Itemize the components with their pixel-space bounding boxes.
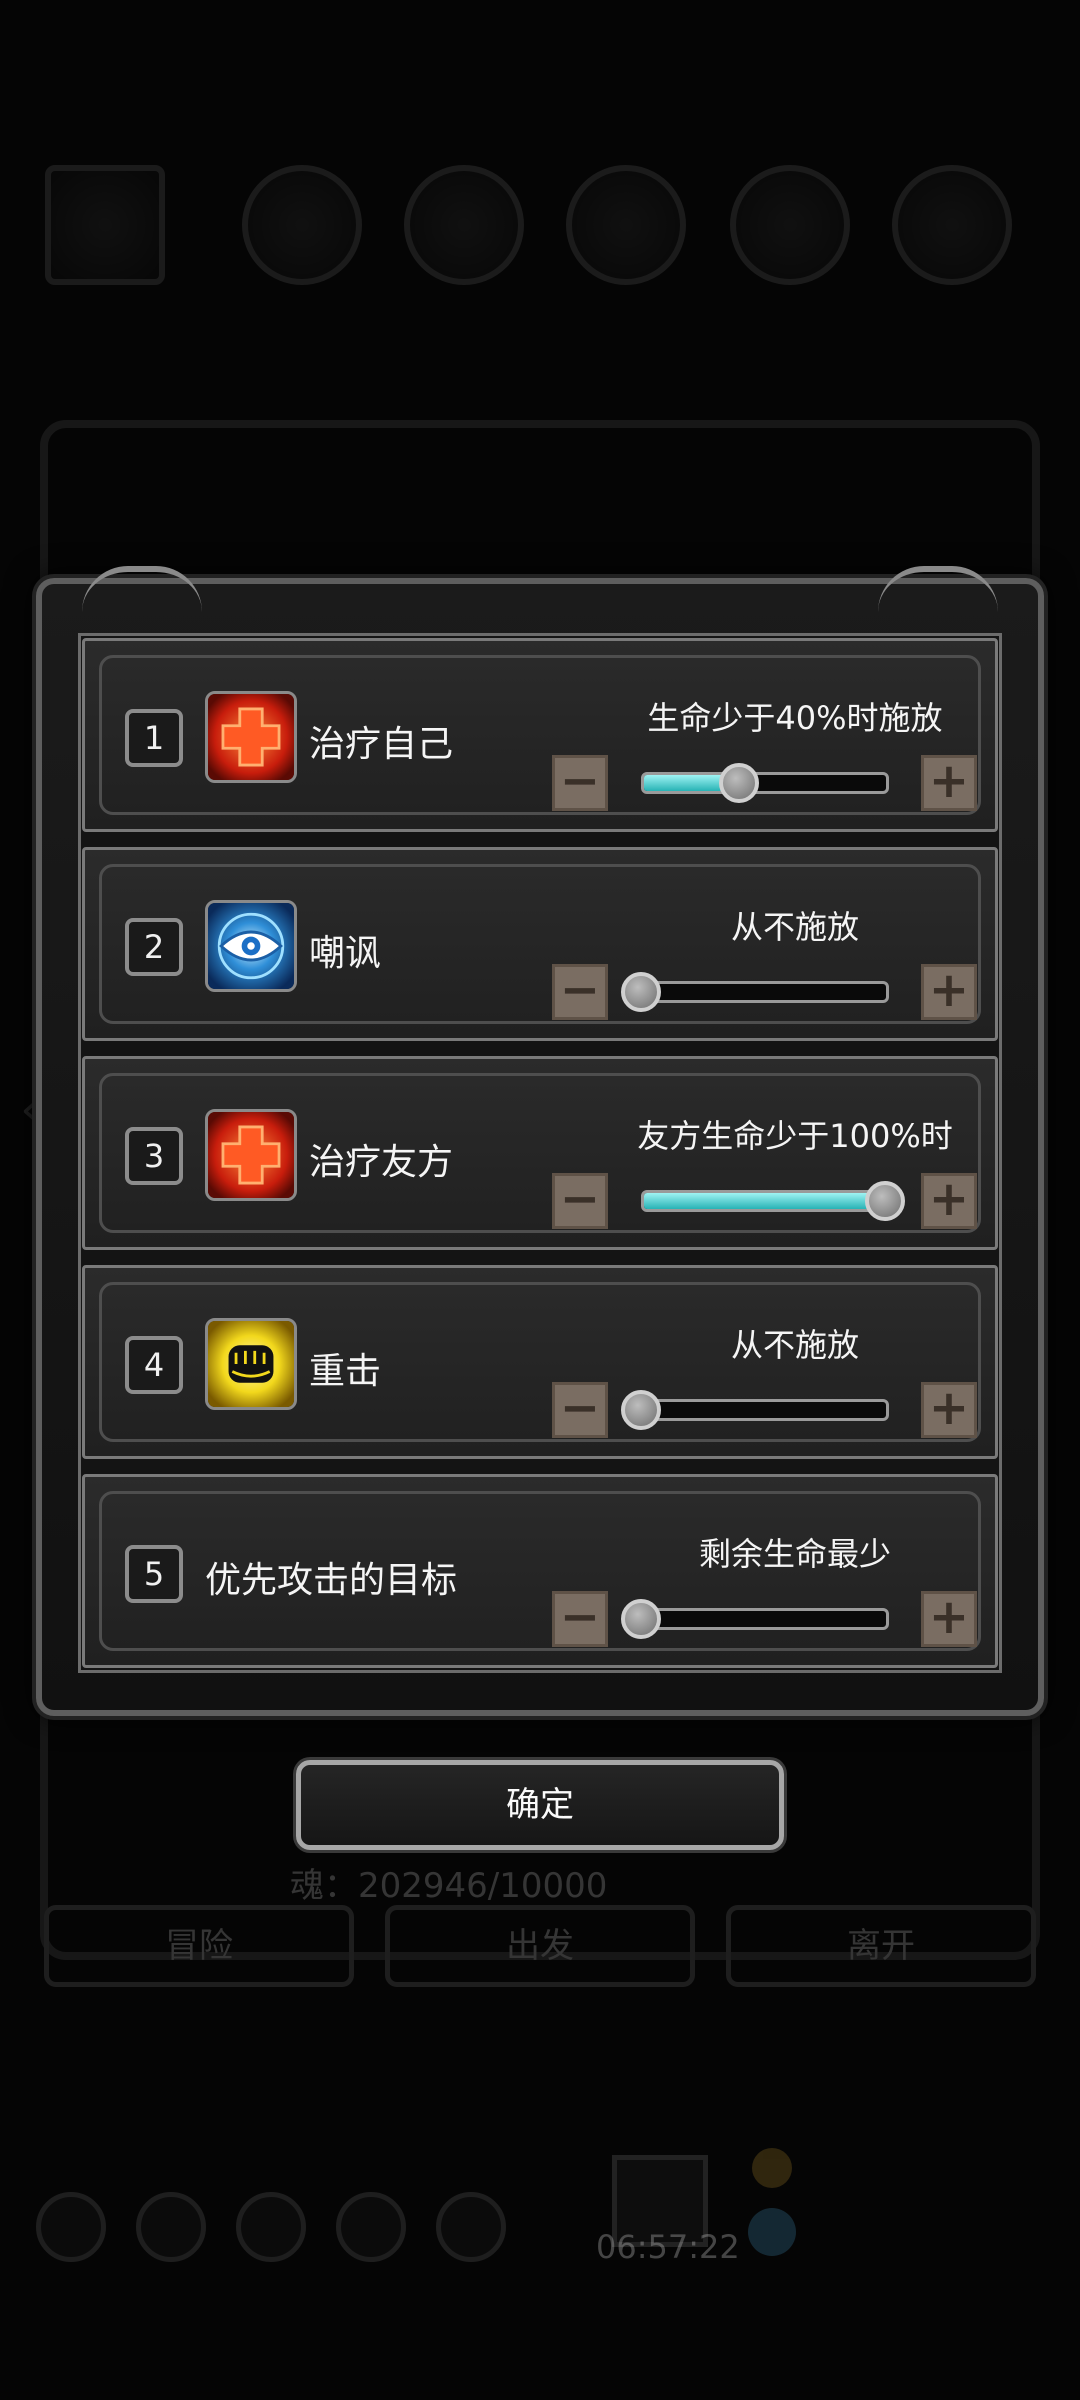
skill-row-2: 2 嘲讽 从不施放 − + — [82, 847, 998, 1041]
taunt-eye-icon — [205, 900, 297, 992]
condition-slider[interactable] — [641, 1399, 889, 1421]
slider-thumb[interactable] — [865, 1181, 905, 1221]
skill-row-5: 5 优先攻击的目标 剩余生命最少 − + — [82, 1474, 998, 1668]
cast-condition-label: 生命少于40%时施放 — [647, 699, 943, 737]
slider-thumb[interactable] — [621, 972, 661, 1012]
skill-name: 治疗友方 — [309, 1142, 454, 1183]
bg-menu-icon — [136, 2192, 206, 2262]
decrease-button[interactable]: − — [552, 755, 608, 811]
increase-button[interactable]: + — [921, 1591, 977, 1647]
bg-coin-icon — [752, 2148, 792, 2188]
skill-row-1: 1 治疗自己 生命少于40%时施放 − + — [82, 638, 998, 832]
condition-slider[interactable] — [641, 981, 889, 1003]
condition-slider[interactable] — [641, 1190, 889, 1212]
skill-number-badge: 1 — [125, 709, 183, 767]
skill-name: 治疗自己 — [309, 724, 454, 765]
slider-thumb[interactable] — [718, 763, 759, 803]
confirm-button[interactable]: 确定 — [296, 1760, 784, 1850]
cast-condition-label: 友方生命少于100%时 — [637, 1117, 953, 1155]
bg-gem-icon — [748, 2208, 796, 2256]
bg-slot — [730, 165, 850, 285]
bg-menu-icon — [236, 2192, 306, 2262]
skill-number-badge: 5 — [125, 1545, 183, 1603]
slider-fill — [644, 1193, 886, 1209]
fist-icon — [205, 1318, 297, 1410]
increase-button[interactable]: + — [921, 1173, 977, 1229]
bg-slot — [892, 165, 1012, 285]
bg-slot — [404, 165, 524, 285]
decrease-button[interactable]: − — [552, 1382, 608, 1438]
bg-menu-icon — [436, 2192, 506, 2262]
bg-slot — [566, 165, 686, 285]
bg-menu-icon — [36, 2192, 106, 2262]
condition-slider[interactable] — [641, 1608, 889, 1630]
cast-condition-label: 从不施放 — [730, 908, 859, 946]
condition-slider[interactable] — [641, 772, 889, 794]
bg-adventure-button: 冒险 — [44, 1905, 354, 1987]
target-condition-label: 剩余生命最少 — [698, 1535, 891, 1573]
bg-menu-icon — [336, 2192, 406, 2262]
slider-thumb[interactable] — [621, 1390, 661, 1430]
increase-button[interactable]: + — [921, 755, 977, 811]
bg-slot — [45, 165, 165, 285]
skill-number-badge: 4 — [125, 1336, 183, 1394]
skill-number-badge: 2 — [125, 918, 183, 976]
decrease-button[interactable]: − — [552, 964, 608, 1020]
decrease-button[interactable]: − — [552, 1591, 608, 1647]
skill-name: 嘲讽 — [309, 933, 382, 974]
decrease-button[interactable]: − — [552, 1173, 608, 1229]
increase-button[interactable]: + — [921, 964, 977, 1020]
heal-cross-icon — [205, 1109, 297, 1201]
heal-cross-icon — [205, 691, 297, 783]
bg-depart-button: 出发 — [385, 1905, 695, 1987]
target-priority-label: 优先攻击的目标 — [205, 1560, 458, 1601]
bg-slot — [242, 165, 362, 285]
skill-name: 重击 — [309, 1351, 382, 1392]
skill-row-4: 4 重击 从不施放 − + — [82, 1265, 998, 1459]
bg-leave-button: 离开 — [726, 1905, 1036, 1987]
bg-soul-counter: 魂：202946/10000 — [290, 1866, 608, 1906]
cast-condition-label: 从不施放 — [730, 1326, 859, 1364]
slider-thumb[interactable] — [621, 1599, 661, 1639]
skill-number-badge: 3 — [125, 1127, 183, 1185]
increase-button[interactable]: + — [921, 1382, 977, 1438]
bg-timer: 06:57:22 — [596, 2228, 740, 2266]
skill-row-3: 3 治疗友方 友方生命少于100%时 − + — [82, 1056, 998, 1250]
